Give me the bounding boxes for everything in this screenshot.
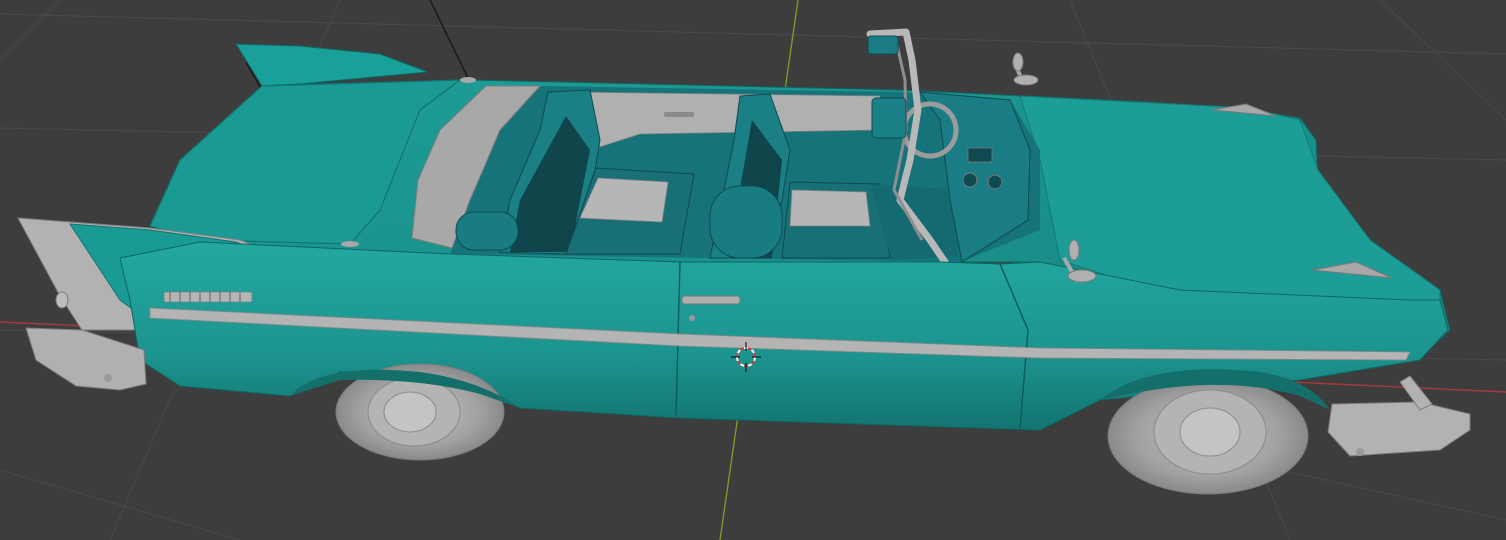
gauge-2 <box>987 174 1003 190</box>
sun-visor <box>871 97 907 139</box>
antenna-base-rear <box>460 77 476 83</box>
viewport-canvas[interactable] <box>0 0 1506 540</box>
rear-bumper <box>25 327 147 391</box>
front-wheel <box>1107 377 1309 495</box>
dash-panel <box>967 147 993 163</box>
rear-taillight <box>55 291 69 309</box>
gauge-1 <box>962 172 978 188</box>
antenna-rear <box>429 0 469 79</box>
3d-viewport[interactable] <box>0 0 1506 540</box>
rear-emblem <box>163 291 253 303</box>
front-seat-insert <box>789 189 871 227</box>
front-bumper-bolt <box>1356 448 1364 456</box>
car-model[interactable] <box>17 28 1471 495</box>
rear-armrest <box>455 211 519 251</box>
rear-bumper-bolt <box>104 374 112 382</box>
antenna-base-side <box>341 241 359 247</box>
door-lock <box>689 315 695 321</box>
front-bumper <box>1327 401 1471 457</box>
rearview-mirror <box>867 35 899 55</box>
front-seat-roll <box>709 185 783 259</box>
rear-tail-fin <box>235 43 429 87</box>
side-mirror-top <box>1012 52 1039 86</box>
inner-door-handle <box>664 112 694 117</box>
door-handle <box>681 295 741 305</box>
